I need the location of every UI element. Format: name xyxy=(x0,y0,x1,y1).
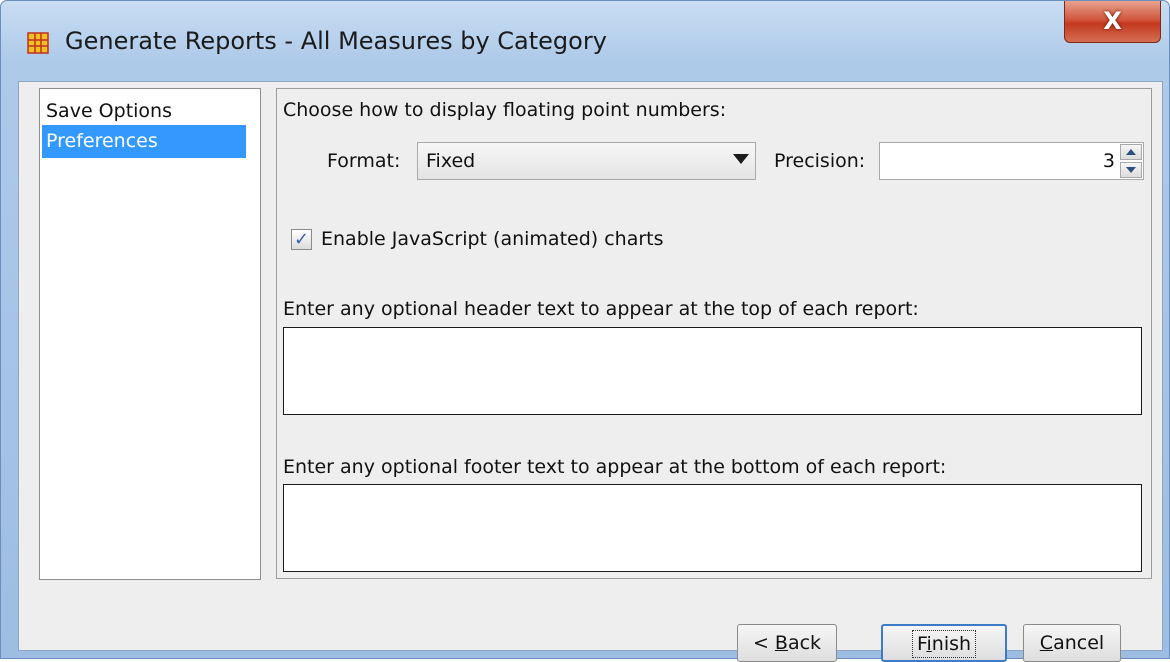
float-format-heading: Choose how to display floating point num… xyxy=(283,99,727,121)
preferences-panel: Choose how to display floating point num… xyxy=(276,88,1152,579)
header-text-label: Enter any optional header text to appear… xyxy=(283,298,919,320)
sidebar-item-save-options[interactable]: Save Options xyxy=(42,95,246,128)
format-dropdown[interactable]: Fixed xyxy=(417,142,756,180)
back-button[interactable]: < Back xyxy=(737,624,837,662)
format-label: Format: xyxy=(327,150,401,172)
close-button[interactable]: X xyxy=(1064,1,1161,43)
format-dropdown-value: Fixed xyxy=(426,150,476,172)
spin-up-icon[interactable] xyxy=(1120,144,1142,160)
back-label-rest: ack xyxy=(787,632,822,654)
cancel-label-mnemonic: C xyxy=(1039,632,1054,654)
back-label-mnemonic: B xyxy=(774,632,788,654)
finish-button[interactable]: Finish xyxy=(881,624,1007,662)
cancel-button[interactable]: Cancel xyxy=(1023,624,1121,662)
js-charts-checkbox[interactable]: ✓ xyxy=(291,229,312,250)
title-bar[interactable]: Generate Reports - All Measures by Categ… xyxy=(1,1,1169,83)
js-charts-label[interactable]: Enable JavaScript (animated) charts xyxy=(321,228,664,250)
dialog-content: Save Options Preferences Choose how to d… xyxy=(18,81,1163,662)
chevron-down-icon xyxy=(733,154,749,164)
back-label-prefix: < xyxy=(752,632,775,654)
finish-label-prefix: F xyxy=(916,633,927,655)
spin-down-icon[interactable] xyxy=(1120,162,1142,178)
dialog-window: Generate Reports - All Measures by Categ… xyxy=(0,0,1170,662)
window-title: Generate Reports - All Measures by Categ… xyxy=(65,27,607,55)
finish-focus-ring: Finish xyxy=(911,630,977,658)
footer-text-label: Enter any optional footer text to appear… xyxy=(283,456,947,478)
finish-label-rest: nish xyxy=(931,633,972,655)
cancel-label-rest: ancel xyxy=(1053,632,1105,654)
precision-label: Precision: xyxy=(774,150,866,172)
close-icon: X xyxy=(1103,7,1122,35)
header-text-area[interactable] xyxy=(283,327,1142,415)
precision-value: 3 xyxy=(1102,150,1115,172)
app-grid-icon xyxy=(27,32,49,54)
footer-text-area[interactable] xyxy=(283,484,1142,572)
precision-spinner[interactable]: 3 xyxy=(879,142,1144,180)
sidebar-item-preferences[interactable]: Preferences xyxy=(42,125,246,158)
sidebar-list: Save Options Preferences xyxy=(39,88,261,580)
checkmark-icon: ✓ xyxy=(293,229,310,250)
